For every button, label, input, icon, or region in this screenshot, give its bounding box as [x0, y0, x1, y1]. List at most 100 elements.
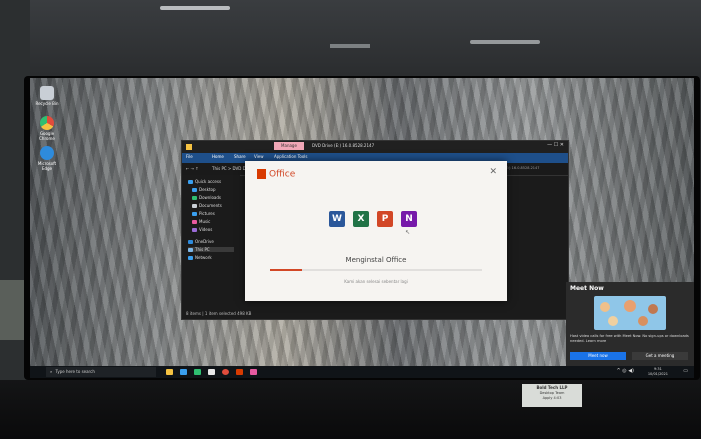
nav-label: Network [195, 255, 212, 260]
nav-videos[interactable]: Videos [192, 227, 212, 232]
explorer-status-bar: 8 items | 1 item selected 498 KB [182, 309, 568, 319]
office-installer-dialog: Office ✕ W X P N ↖ Menginstal Office Kam… [245, 161, 507, 301]
ribbon-tab-home[interactable]: Home [212, 154, 224, 159]
ribbon-tab-application-tools[interactable]: Application Tools [274, 154, 307, 159]
status-text: 8 items | 1 item selected 498 KB [186, 311, 252, 316]
install-status: Menginstal Office [345, 256, 407, 264]
powerpoint-icon: P [377, 211, 393, 227]
folder-icon [186, 144, 192, 150]
desktop-icon-chrome[interactable]: Google Chrome [34, 116, 60, 141]
onenote-icon: N [401, 211, 417, 227]
sticker-line: Bold Tech LLP [536, 385, 568, 390]
search-placeholder: Type here to search [55, 369, 95, 374]
video-icon [192, 228, 197, 232]
sticker-line: Apply 4:03 [542, 396, 562, 400]
navigation-pane: Quick access Desktop Downloads Documents… [182, 175, 240, 305]
start-button[interactable] [38, 369, 44, 375]
taskbar-app-icon[interactable] [208, 369, 215, 375]
desktop-icon-label: Google Chrome [39, 131, 55, 141]
nav-label: Music [199, 219, 211, 224]
install-progress-bar [270, 269, 482, 271]
notification-icon[interactable]: ▭ [683, 368, 688, 374]
clock-date: 10/01/2021 [647, 372, 668, 376]
person-avatar-icon [608, 316, 618, 326]
ribbon-tab-share[interactable]: Share [234, 154, 246, 159]
person-avatar-icon [624, 300, 636, 312]
nav-label: Documents [199, 203, 222, 208]
taskbar: ⌕ Type here to search ^ ◎ ◀) 9:31 10/01/… [30, 366, 694, 378]
network-icon [188, 256, 193, 260]
document-icon [192, 204, 197, 208]
office-brand-text: Office [269, 169, 296, 180]
chrome-icon [40, 116, 54, 130]
taskbar-office-icon[interactable] [236, 369, 243, 375]
taskbar-app-icon[interactable] [194, 369, 201, 375]
nav-onedrive[interactable]: OneDrive [188, 239, 214, 244]
desktop-icon-label: Recycle Bin [35, 101, 59, 106]
recycle-bin-icon [40, 86, 54, 100]
system-tray-icons[interactable]: ^ ◎ ◀) [616, 368, 634, 374]
edge-icon [40, 146, 54, 160]
desktop-icon-edge[interactable]: Microsoft Edge [34, 146, 60, 171]
explorer-titlebar[interactable]: Manage DVD Drive (E:) 16.0.8528.2147 — ☐… [182, 141, 568, 153]
nav-label: Pictures [199, 211, 215, 216]
ceiling-light [470, 40, 540, 44]
mouse-cursor-icon: ↖ [405, 229, 411, 236]
person-avatar-icon [648, 304, 658, 314]
install-progress-fill [270, 269, 302, 271]
window-controls[interactable]: — ☐ ✕ [547, 142, 564, 148]
music-icon [192, 220, 197, 224]
install-subtext: Kami akan selesai sebentar lagi [344, 279, 408, 284]
nav-label: This PC [195, 247, 210, 252]
meet-now-illustration [594, 296, 666, 330]
nav-downloads[interactable]: Downloads [192, 195, 221, 200]
nav-quick-access[interactable]: Quick access [188, 179, 221, 184]
search-icon: ⌕ [50, 369, 53, 374]
nav-music[interactable]: Music [192, 219, 210, 224]
desk-surface [0, 380, 701, 439]
download-icon [192, 196, 197, 200]
person-avatar-icon [600, 302, 610, 312]
nav-label: Videos [199, 227, 213, 232]
screen: Recycle Bin Google Chrome Microsoft Edge… [30, 78, 694, 378]
nav-label: Desktop [199, 187, 216, 192]
side-object [0, 280, 26, 340]
asset-sticker: Bold Tech LLP Desktop Team Apply 4:03 [522, 384, 582, 407]
star-icon [188, 180, 193, 184]
nav-desktop[interactable]: Desktop [192, 187, 216, 192]
nav-arrows[interactable]: ← → ↑ [186, 166, 199, 171]
computer-icon [188, 248, 193, 252]
get-meeting-button[interactable]: Get a meeting [632, 352, 688, 360]
taskbar-search[interactable]: ⌕ Type here to search [46, 367, 156, 377]
nav-label: Downloads [199, 195, 221, 200]
nav-this-pc[interactable]: This PC [188, 247, 234, 252]
nav-network[interactable]: Network [188, 255, 212, 260]
office-brand: Office [257, 169, 295, 180]
meet-now-title: Meet Now [570, 285, 604, 292]
taskbar-clock[interactable]: 9:31 10/01/2021 [648, 367, 668, 377]
desktop-icon [192, 188, 197, 192]
ceiling-light [160, 6, 230, 10]
desktop-icon-label: Microsoft Edge [37, 161, 57, 171]
cloud-icon [188, 240, 193, 244]
window-title: DVD Drive (E:) 16.0.8528.2147 [312, 143, 375, 148]
ribbon-tab-file[interactable]: File [186, 154, 193, 159]
nav-label: OneDrive [195, 239, 214, 244]
ceiling-light [330, 44, 370, 48]
meet-now-button[interactable]: Meet now [570, 352, 626, 360]
taskbar-app-icon[interactable] [250, 369, 257, 375]
taskbar-app-icon[interactable] [180, 369, 187, 375]
close-button[interactable]: ✕ [489, 167, 497, 177]
manage-tab[interactable]: Manage [274, 142, 304, 150]
taskbar-chrome-icon[interactable] [222, 369, 229, 375]
desktop-icon-recycle-bin[interactable]: Recycle Bin [34, 86, 60, 106]
person-avatar-icon [638, 316, 648, 326]
meet-now-description: Host video calls for free with Meet Now.… [570, 334, 689, 343]
nav-label: Quick access [195, 179, 222, 184]
office-logo-icon [257, 169, 266, 179]
nav-documents[interactable]: Documents [192, 203, 222, 208]
taskbar-app-icon[interactable] [166, 369, 173, 375]
nav-pictures[interactable]: Pictures [192, 211, 215, 216]
ribbon-tab-view[interactable]: View [254, 154, 264, 159]
word-icon: W [329, 211, 345, 227]
